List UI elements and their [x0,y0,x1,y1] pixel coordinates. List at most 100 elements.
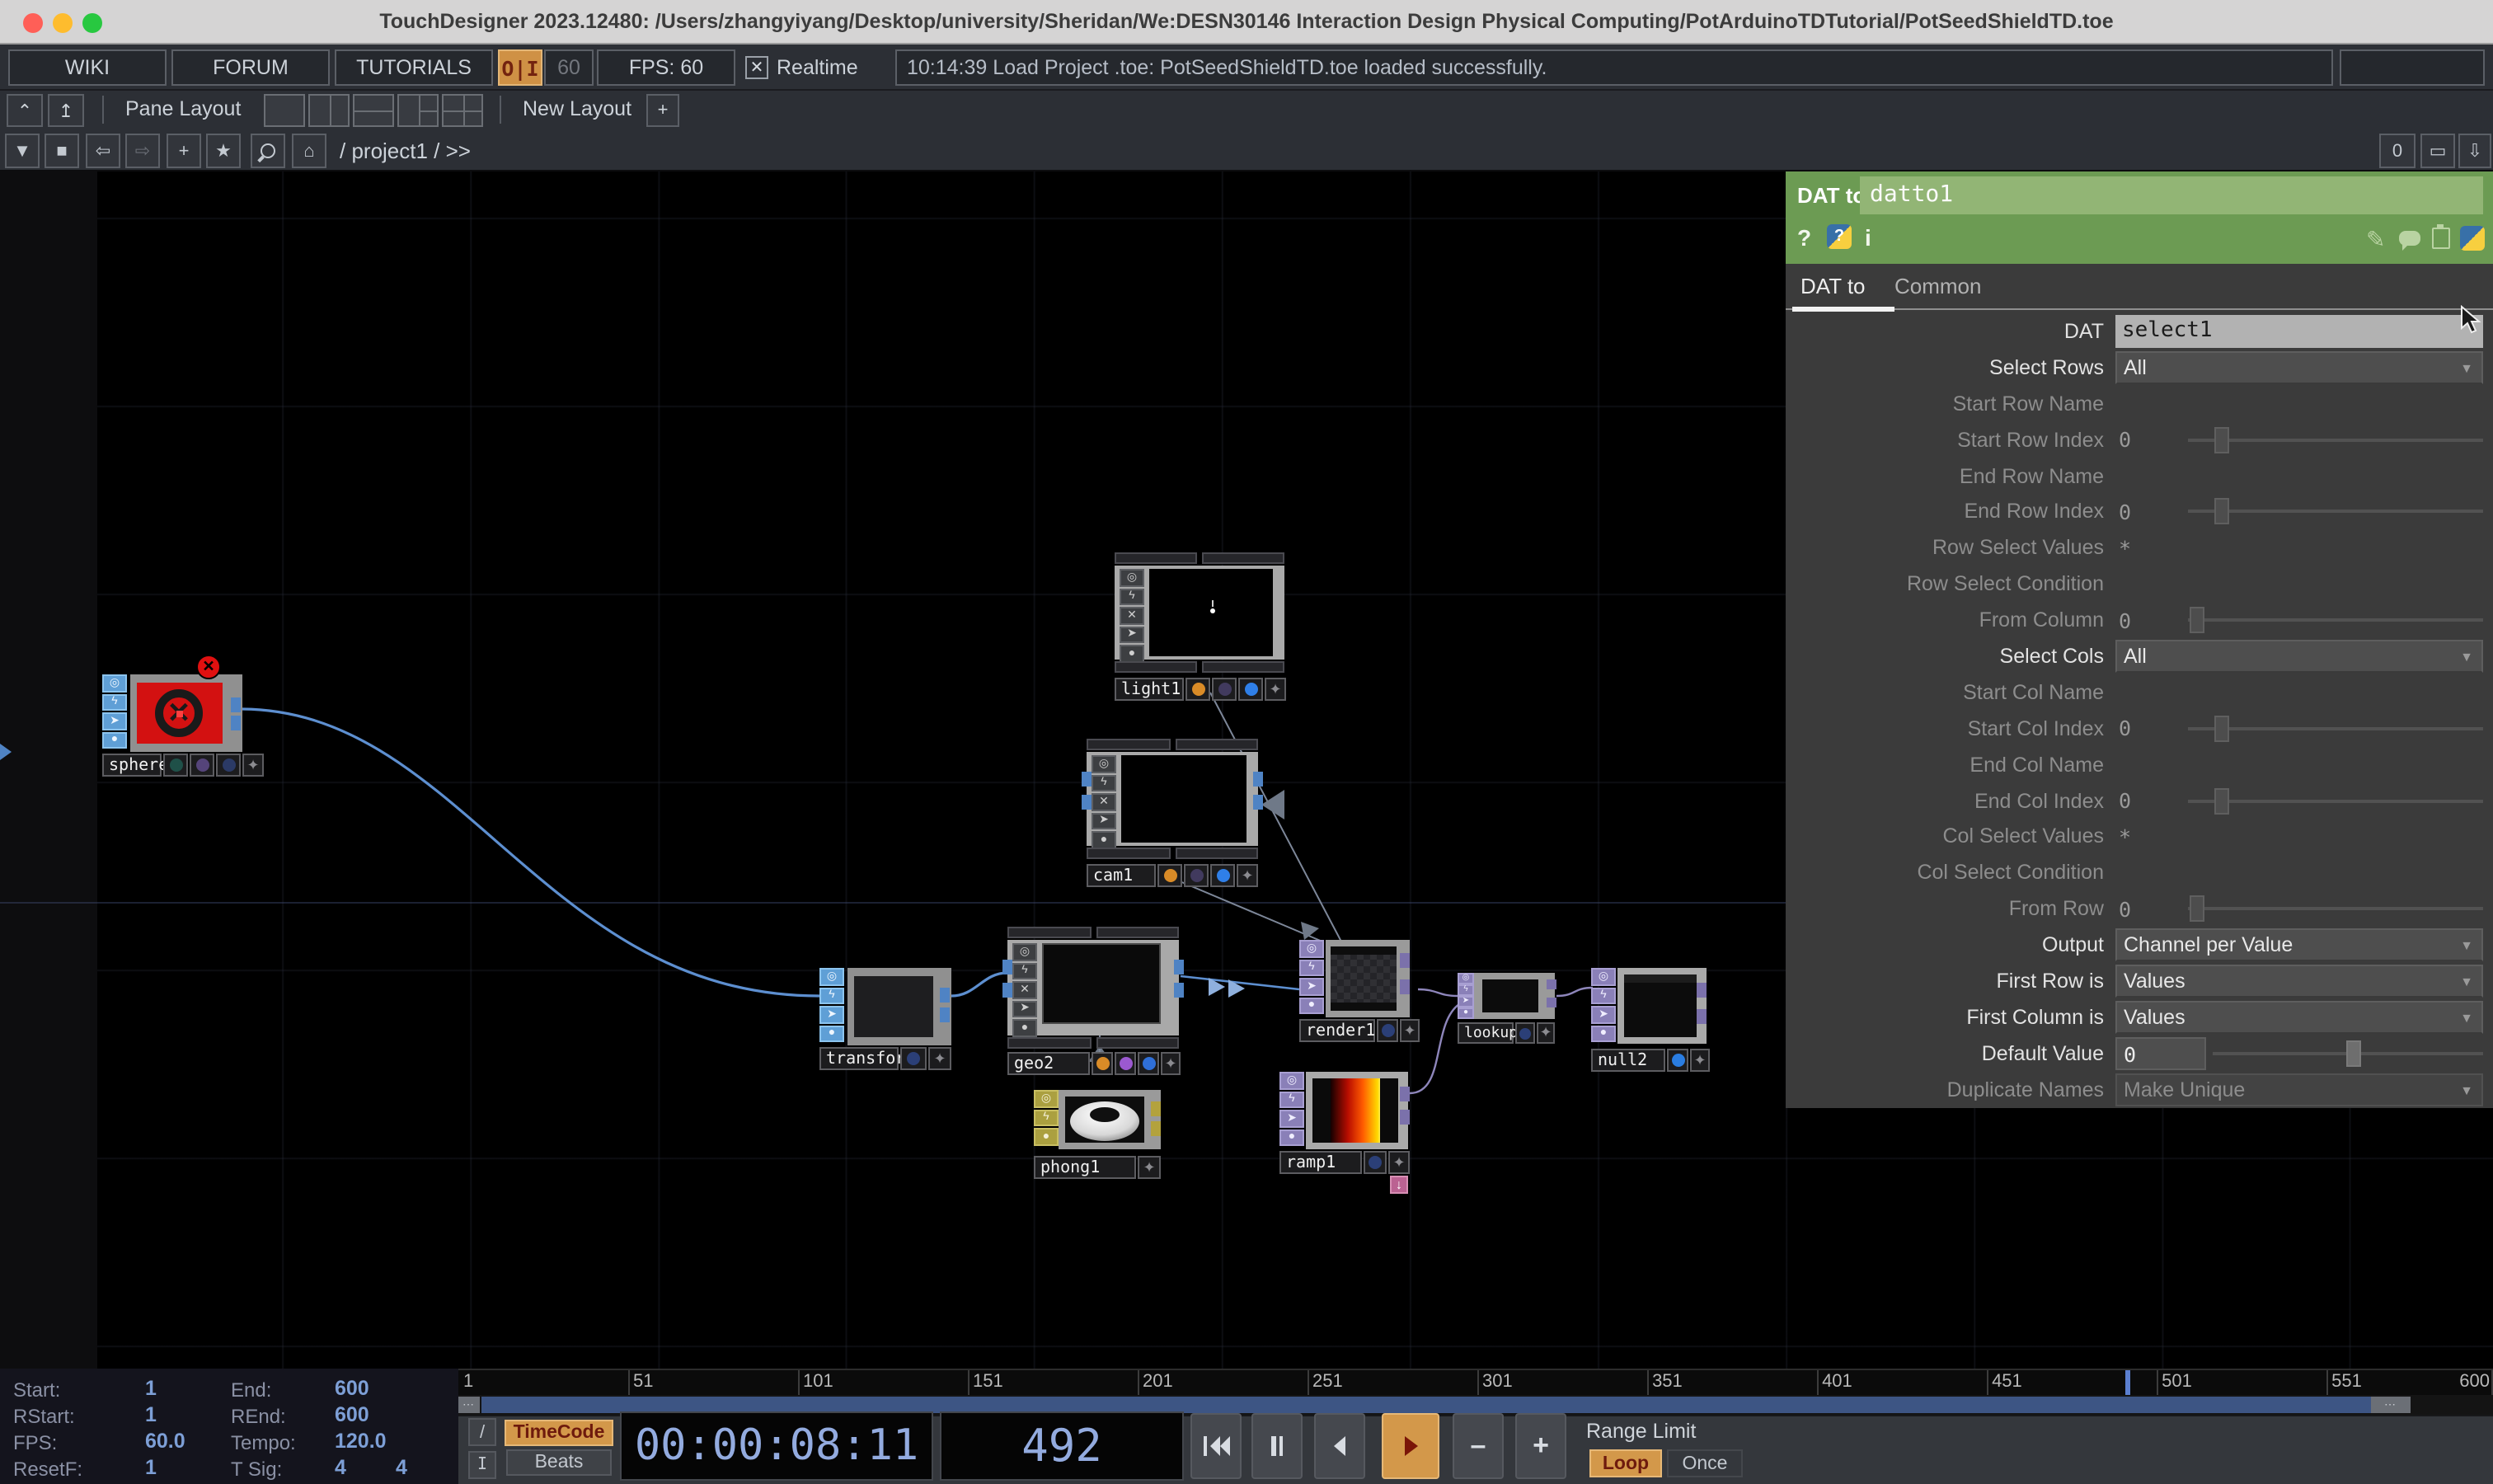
tab-dat-to[interactable]: DAT to [1800,274,1866,298]
transform1-body[interactable] [847,968,951,1045]
pane-anchor-icon[interactable]: ↥ [48,94,84,127]
tsig-value-1[interactable]: 4 [335,1456,346,1479]
slider-handle[interactable] [2347,1040,2362,1067]
color-dot[interactable] [1185,678,1210,701]
number-value[interactable]: 0 [2115,608,2188,632]
geo2-body[interactable]: ◎ϟ✕➤● [1007,940,1179,1036]
operator-name-field[interactable]: datto1 [1860,176,2483,214]
node-null2[interactable]: ◎ϟ➤● null2 ✦ [1591,968,1708,1070]
dropdown-menu[interactable]: Values▼ [2115,1001,2483,1034]
node-label[interactable]: cam1 [1087,864,1156,887]
pane-maximize-icon[interactable]: ⌃ [7,94,43,127]
dropdown-menu[interactable]: Channel per Value▼ [2115,928,2483,961]
export-flag-icon[interactable]: ↓ [1390,1176,1408,1194]
render1-output-connector[interactable] [1400,953,1410,968]
error-badge-icon[interactable]: ✕ [196,655,221,679]
back-arrow-icon[interactable]: ⇦ [86,134,120,168]
comment-star-icon[interactable]: ✦ [1138,1156,1161,1179]
copy-parameters-icon[interactable] [2432,228,2450,249]
cam1-output-connector-2[interactable] [1253,795,1263,810]
param-label[interactable]: From Row [1786,897,2115,920]
play-button[interactable] [1382,1413,1439,1479]
stop-button[interactable]: ■ [45,134,79,168]
viewer-flag-icon[interactable]: ◎ [102,674,127,692]
param-label[interactable]: First Column is [1786,1006,2115,1029]
comment-star-icon[interactable]: ✦ [928,1047,951,1070]
slider-track[interactable] [2188,438,2483,441]
beats-mode-button[interactable]: Beats [506,1449,612,1476]
slider-handle[interactable] [2190,607,2205,633]
lock-flag-icon[interactable]: ● [102,731,127,749]
node-sphere1[interactable]: ◎ ϟ ➤ ● ✕ ✕ sphere1 ✦ [102,665,254,780]
color-dot[interactable] [1212,678,1237,701]
color-dot[interactable] [900,1047,927,1070]
dropdown-menu[interactable]: Make Unique▼ [2115,1073,2483,1106]
node-label[interactable]: phong1 [1034,1156,1136,1179]
frame-increment-button[interactable]: + [1515,1413,1566,1479]
param-label[interactable]: Start Row Name [1786,392,2115,415]
string-value[interactable]: * [2115,824,2188,849]
param-label[interactable]: DAT [1786,320,2115,343]
comment-star-icon[interactable]: ✦ [242,754,264,777]
cam1-body[interactable]: ◎ϟ✕➤● [1087,752,1258,846]
param-label[interactable]: Start Col Index [1786,716,2115,740]
comment-star-icon[interactable]: ✦ [1265,678,1286,701]
layout-split-horizontal-button[interactable] [353,94,394,127]
node-render1[interactable]: ◎ϟ➤● render1 ✦ [1299,940,1418,1039]
wiki-button[interactable]: WIKI [8,49,167,86]
color-dot[interactable] [163,754,188,777]
loop-button[interactable]: Loop [1589,1449,1662,1477]
tab-common[interactable]: Common [1894,274,1982,298]
fps-indicator[interactable]: FPS: 60 [597,49,735,86]
ramp1-body[interactable] [1306,1072,1408,1149]
lookup1-output-connector[interactable] [1547,979,1556,989]
geo2-output-connector-2[interactable] [1174,983,1184,998]
param-label[interactable]: Row Select Condition [1786,572,2115,595]
cam1-input-connector[interactable] [1082,772,1092,787]
slider-track[interactable] [2188,618,2483,622]
param-label[interactable]: Row Select Values [1786,537,2115,560]
number-value[interactable]: 0 [2115,427,2188,452]
node-transform1[interactable]: ◎ϟ➤● transform1 ✦ [819,968,960,1064]
param-label[interactable]: Select Cols [1786,645,2115,668]
slider-track[interactable] [2188,907,2483,910]
number-value[interactable]: 0 [2115,788,2188,813]
node-label[interactable]: null2 [1591,1049,1665,1072]
color-dot[interactable] [1092,1052,1113,1075]
number-value[interactable]: 0 [2115,1037,2206,1070]
layout-three-pane-button[interactable] [397,94,439,127]
null2-body[interactable] [1617,968,1707,1044]
color-dot[interactable] [1157,864,1182,887]
slider-track[interactable] [2213,1052,2483,1055]
search-icon[interactable] [251,134,285,168]
param-label[interactable]: Start Col Name [1786,681,2115,704]
null2-output-connector[interactable] [1697,983,1707,998]
dropdown-menu[interactable]: All▼ [2115,351,2483,384]
param-label[interactable]: End Row Index [1786,500,2115,524]
resetf-value[interactable]: 1 [145,1456,157,1479]
number-value[interactable]: 0 [2115,896,2188,921]
color-dot[interactable] [1515,1022,1535,1044]
param-label[interactable]: Col Select Values [1786,825,2115,848]
param-label[interactable]: Start Row Index [1786,428,2115,451]
sphere1-output-connector[interactable] [231,697,241,712]
ramp1-output-connector-2[interactable] [1400,1110,1410,1125]
tutorials-button[interactable]: TUTORIALS [335,49,493,86]
comment-icon[interactable] [2399,231,2420,246]
slider-handle[interactable] [2214,426,2228,453]
end-value[interactable]: 600 [335,1377,369,1400]
scrollbar-right-handle[interactable]: ⋯ [2371,1397,2411,1413]
start-value[interactable]: 1 [145,1377,157,1400]
slider-handle[interactable] [2214,715,2228,741]
param-label[interactable]: Default Value [1786,1042,2115,1065]
forum-button[interactable]: FORUM [171,49,330,86]
rend-value[interactable]: 600 [335,1403,369,1426]
color-dot[interactable] [1184,864,1209,887]
color-dot[interactable] [1210,864,1235,887]
scrollbar-left-handle[interactable]: ⋯ [458,1397,480,1413]
comment-star-icon[interactable]: ✦ [1400,1019,1420,1042]
scrollbar-range[interactable] [481,1397,2371,1413]
python-help-icon[interactable]: ? [1827,224,1852,249]
color-dot[interactable] [1138,1052,1159,1075]
add-operator-button[interactable]: + [167,134,201,168]
